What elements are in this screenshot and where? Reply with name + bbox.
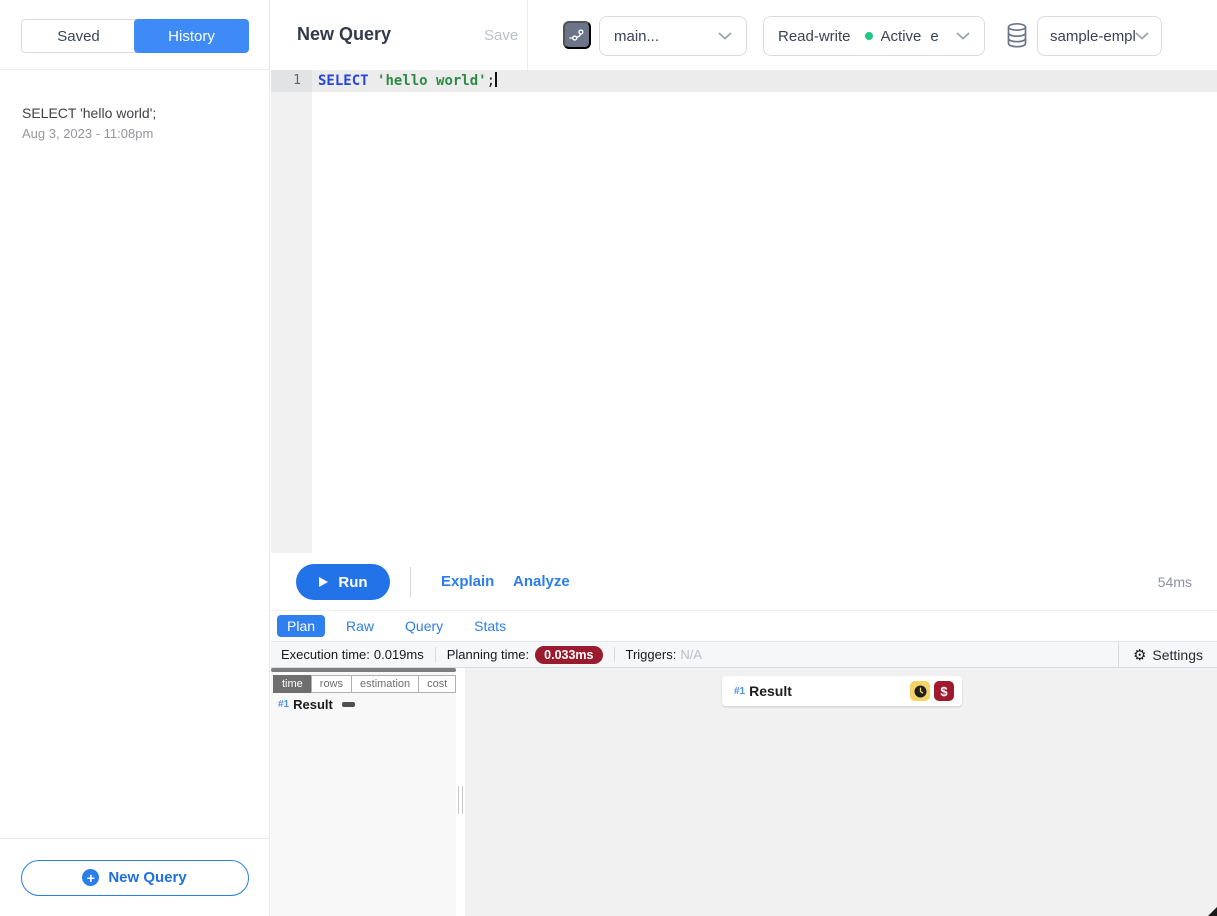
new-query-button[interactable]: + New Query xyxy=(21,860,249,896)
topbar-divider xyxy=(527,0,528,70)
history-list: SELECT 'hello world'; Aug 3, 2023 - 11:0… xyxy=(0,70,269,838)
saved-history-segmented-control: Saved History xyxy=(21,19,249,53)
git-branch-icon xyxy=(568,26,586,44)
clock-badge-icon xyxy=(910,681,930,701)
run-button[interactable]: Run xyxy=(296,564,390,600)
main-panel: New Query Save main... xyxy=(271,0,1217,916)
chevron-down-icon xyxy=(956,32,970,41)
metrics-divider xyxy=(435,647,436,662)
plan-node-name: Result xyxy=(293,697,333,712)
sort-by-time-button[interactable]: time xyxy=(273,675,312,693)
endpoint-status: Active xyxy=(881,28,922,45)
plan-diagram-canvas[interactable]: #1 Result $ xyxy=(465,668,1217,916)
horizontal-scrollbar[interactable] xyxy=(271,668,456,672)
query-duration: 54ms xyxy=(1158,574,1192,590)
triggers-label: Triggers: xyxy=(626,647,677,662)
endpoint-select-dropdown[interactable]: Read-write Active e xyxy=(763,16,985,56)
save-button[interactable]: Save xyxy=(484,27,518,44)
plan-node-id: #1 xyxy=(278,699,289,710)
metrics-bar: Execution time: 0.019ms Planning time: 0… xyxy=(271,641,1217,668)
drag-handle-icon xyxy=(458,786,463,814)
history-timestamp: Aug 3, 2023 - 11:08pm xyxy=(22,126,247,141)
active-status-dot-icon xyxy=(865,32,873,40)
metrics-divider xyxy=(614,647,615,662)
plan-node-badges: $ xyxy=(910,681,954,701)
planning-time-badge: 0.033ms xyxy=(535,646,602,664)
sql-space xyxy=(369,73,377,89)
line-number: 1 xyxy=(271,73,301,88)
resize-corner-handle[interactable] xyxy=(1208,907,1217,916)
planning-time-label: Planning time: xyxy=(447,647,529,662)
database-select-dropdown[interactable]: sample-emplo... xyxy=(1037,16,1162,56)
panel-resize-divider[interactable] xyxy=(456,668,465,916)
plan-node-list-panel: time rows estimation cost #1 Result xyxy=(271,668,456,916)
query-tool-app: Saved History SELECT 'hello world'; Aug … xyxy=(0,0,1217,916)
branch-icon-button[interactable] xyxy=(563,21,591,49)
sidebar-footer: + New Query xyxy=(0,838,269,916)
sort-by-rows-button[interactable]: rows xyxy=(311,675,352,693)
sql-tail: ; xyxy=(487,73,495,89)
history-list-item[interactable]: SELECT 'hello world'; Aug 3, 2023 - 11:0… xyxy=(0,103,269,141)
sql-string: 'hello world' xyxy=(377,73,487,89)
execution-time-value: 0.019ms xyxy=(374,647,424,662)
settings-button[interactable]: ⚙ Settings xyxy=(1118,642,1217,667)
chevron-down-icon xyxy=(718,32,732,41)
sql-keyword: SELECT xyxy=(318,73,369,89)
execution-time-label: Execution time: xyxy=(281,647,370,662)
sort-by-estimation-button[interactable]: estimation xyxy=(351,675,419,693)
play-icon xyxy=(318,576,329,588)
run-toolbar: Run Explain Analyze 54ms xyxy=(271,553,1217,611)
analyze-link[interactable]: Analyze xyxy=(513,573,570,590)
tab-history[interactable]: History xyxy=(134,19,249,53)
topbar: New Query Save main... xyxy=(271,0,1217,70)
explain-link[interactable]: Explain xyxy=(441,573,494,590)
database-select-value: sample-emplo... xyxy=(1050,28,1135,45)
run-button-label: Run xyxy=(338,574,367,591)
results-tab-bar: Plan Raw Query Stats xyxy=(271,611,1217,641)
plus-icon: + xyxy=(82,869,99,886)
editor-code-line: SELECT 'hello world'; xyxy=(318,72,497,89)
sidebar: Saved History SELECT 'hello world'; Aug … xyxy=(0,0,270,916)
plan-node-name: Result xyxy=(749,683,792,699)
text-cursor xyxy=(495,72,497,87)
plan-node-time-bar xyxy=(342,702,355,707)
settings-label: Settings xyxy=(1152,647,1203,663)
plan-node-card[interactable]: #1 Result $ xyxy=(722,676,962,706)
chevron-down-icon xyxy=(1135,32,1149,41)
tab-raw[interactable]: Raw xyxy=(336,615,384,637)
branch-select-dropdown[interactable]: main... xyxy=(599,16,747,56)
page-title: New Query xyxy=(297,24,391,45)
sql-editor[interactable]: 1 SELECT 'hello world'; xyxy=(271,70,1217,553)
tab-stats[interactable]: Stats xyxy=(464,615,516,637)
branch-select-value: main... xyxy=(614,28,659,45)
tab-query[interactable]: Query xyxy=(395,615,453,637)
sidebar-header: Saved History xyxy=(0,0,269,70)
plan-view: time rows estimation cost #1 Result #1 xyxy=(271,668,1217,916)
sort-by-cost-button[interactable]: cost xyxy=(418,675,456,693)
triggers-value: N/A xyxy=(680,647,702,662)
plan-node-id: #1 xyxy=(734,686,745,697)
gear-icon: ⚙ xyxy=(1133,646,1146,664)
history-query-text: SELECT 'hello world'; xyxy=(22,103,247,123)
new-query-button-label: New Query xyxy=(108,869,186,886)
tab-saved[interactable]: Saved xyxy=(21,19,136,53)
plan-list-item[interactable]: #1 Result xyxy=(278,697,355,712)
cost-badge-icon: $ xyxy=(934,681,954,701)
tab-plan[interactable]: Plan xyxy=(277,615,325,637)
database-icon xyxy=(1005,22,1029,54)
editor-gutter xyxy=(271,70,312,553)
plan-sort-buttons: time rows estimation cost xyxy=(274,675,456,693)
endpoint-mode: Read-write xyxy=(778,28,851,45)
run-bar-divider xyxy=(410,567,411,597)
endpoint-truncated-text: e xyxy=(930,28,938,45)
